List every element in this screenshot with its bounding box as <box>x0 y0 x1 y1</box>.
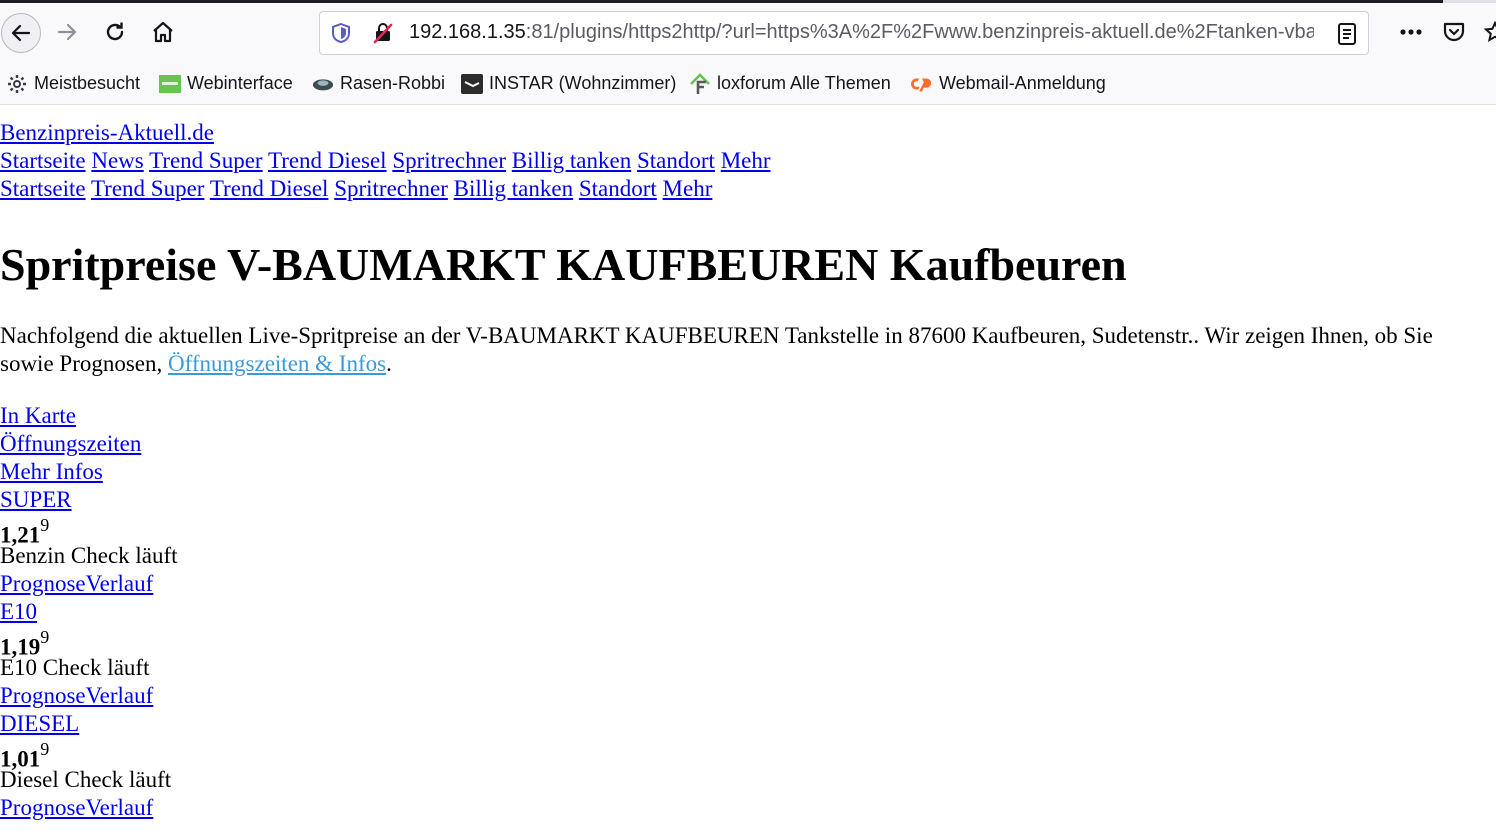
nav-trend-diesel[interactable]: Trend Diesel <box>268 148 387 173</box>
intro-line-2: sowie Prognosen, Öffnungszeiten & Infos. <box>0 350 1496 378</box>
nav-news[interactable]: News <box>91 148 143 173</box>
bookmark-loxforum[interactable]: loxforum Alle Themen <box>689 72 891 94</box>
extensions-button[interactable] <box>1478 15 1496 49</box>
robot-mower-icon <box>312 74 334 94</box>
cpanel-icon <box>911 74 933 94</box>
home-icon <box>153 21 173 43</box>
nav2-trend-diesel[interactable]: Trend Diesel <box>210 176 329 201</box>
map-link[interactable]: In Karte <box>0 403 76 428</box>
nav-trend-super[interactable]: Trend Super <box>149 148 263 173</box>
price-sup: 9 <box>40 627 50 647</box>
nav2-spritrechner[interactable]: Spritrechner <box>334 176 448 201</box>
bookmark-webmail[interactable]: Webmail-Anmeldung <box>911 73 1106 94</box>
reload-icon <box>106 22 124 41</box>
page-title: Spritpreise V-BAUMARKT KAUFBEUREN Kaufbe… <box>0 239 1127 290</box>
arrow-right-icon <box>57 23 77 41</box>
nav-spritrechner[interactable]: Spritrechner <box>392 148 506 173</box>
more-horizontal-icon <box>1400 29 1422 35</box>
intro-prefix: sowie Prognosen, <box>0 351 169 376</box>
loxone-icon <box>159 74 181 94</box>
bookmark-rasen-robbi[interactable]: Rasen-Robbi <box>312 73 445 94</box>
more-info-link[interactable]: Mehr Infos <box>0 459 103 484</box>
address-bar[interactable]: 192.168.1.35:81/plugins/https2http/?url=… <box>319 11 1369 55</box>
pocket-icon <box>1443 22 1465 42</box>
nav-standort[interactable]: Standort <box>637 148 715 173</box>
nav-billig-tanken[interactable]: Billig tanken <box>512 148 631 173</box>
price-e10: 1,199 <box>0 626 178 660</box>
nav2-standort[interactable]: Standort <box>579 176 657 201</box>
bookmark-meistbesucht[interactable]: Meistbesucht <box>6 73 140 94</box>
home-button[interactable] <box>146 15 180 49</box>
price-sup: 9 <box>40 515 50 535</box>
gear-icon <box>6 74 28 94</box>
page-actions-button[interactable] <box>1394 15 1428 49</box>
status-diesel: Diesel Check läuft <box>0 767 172 792</box>
opening-hours-info-link[interactable]: Öffnungszeiten & Infos <box>168 351 386 376</box>
intro-suffix: . <box>386 351 392 376</box>
bookmark-webinterface[interactable]: Webinterface <box>159 73 293 94</box>
price-diesel: 1,019 <box>0 738 178 772</box>
reader-view-icon[interactable] <box>1336 22 1358 51</box>
price-sup: 9 <box>40 739 50 759</box>
main-nav: Startseite News Trend Super Trend Diesel… <box>0 147 771 175</box>
instar-icon <box>461 73 483 94</box>
back-button[interactable] <box>1 13 41 53</box>
forecast-history-link-super[interactable]: PrognoseVerlauf <box>0 571 153 596</box>
nav2-trend-super[interactable]: Trend Super <box>91 176 205 201</box>
forward-button[interactable] <box>50 15 84 49</box>
price-super: 1,219 <box>0 514 178 548</box>
intro-text: Nachfolgend die aktuellen Live-Spritprei… <box>0 322 1496 378</box>
nav-mehr[interactable]: Mehr <box>721 148 771 173</box>
opening-hours-link[interactable]: Öffnungszeiten <box>0 431 141 456</box>
nav2-startseite[interactable]: Startseite <box>0 176 86 201</box>
forecast-history-link-e10[interactable]: PrognoseVerlauf <box>0 683 153 708</box>
url-host: 192.168.1.35 <box>409 21 526 43</box>
fuel-diesel-link[interactable]: DIESEL <box>0 711 79 736</box>
nav-startseite[interactable]: Startseite <box>0 148 86 173</box>
fuel-super-link[interactable]: SUPER <box>0 487 72 512</box>
insecure-lock-icon[interactable] <box>372 22 394 49</box>
forecast-history-link-diesel[interactable]: PrognoseVerlauf <box>0 795 153 820</box>
status-e10: E10 Check läuft <box>0 655 150 680</box>
intro-line: Nachfolgend die aktuellen Live-Spritprei… <box>0 323 1433 348</box>
fuel-e10-link[interactable]: E10 <box>0 599 37 624</box>
bookmark-label: Meistbesucht <box>34 73 141 93</box>
loxforum-icon <box>689 72 711 94</box>
bookmarks-toolbar: Meistbesucht Webinterface Rasen-Robbi IN… <box>0 63 1496 105</box>
tracking-shield-icon[interactable] <box>330 22 352 49</box>
bookmark-label: loxforum Alle Themen <box>717 73 891 93</box>
bookmark-label: Webinterface <box>187 73 293 93</box>
star-icon <box>1484 21 1496 42</box>
bookmark-label: Rasen-Robbi <box>340 73 446 93</box>
url-path: :81/plugins/https2http/?url=https%3A%2F%… <box>525 21 1314 43</box>
bookmark-instar[interactable]: INSTAR (Wohnzimmer) <box>461 73 676 94</box>
url-text[interactable]: 192.168.1.35:81/plugins/https2http/?url=… <box>409 21 1314 44</box>
nav2-billig-tanken[interactable]: Billig tanken <box>454 176 573 201</box>
page-content: Benzinpreis-Aktuell.de Startseite News T… <box>0 106 1496 832</box>
nav2-mehr[interactable]: Mehr <box>663 176 713 201</box>
browser-toolbar: 192.168.1.35:81/plugins/https2http/?url=… <box>0 3 1496 63</box>
station-details: In Karte Öffnungszeiten Mehr Infos SUPER… <box>0 402 178 822</box>
bookmark-label: INSTAR (Wohnzimmer) <box>489 73 677 93</box>
reload-button[interactable] <box>98 15 132 49</box>
site-title-link[interactable]: Benzinpreis-Aktuell.de <box>0 120 214 145</box>
arrow-left-icon <box>11 24 31 42</box>
pocket-button[interactable] <box>1437 15 1471 49</box>
bookmark-label: Webmail-Anmeldung <box>939 73 1106 93</box>
status-super: Benzin Check läuft <box>0 543 178 568</box>
secondary-nav: Startseite Trend Super Trend Diesel Spri… <box>0 175 712 203</box>
